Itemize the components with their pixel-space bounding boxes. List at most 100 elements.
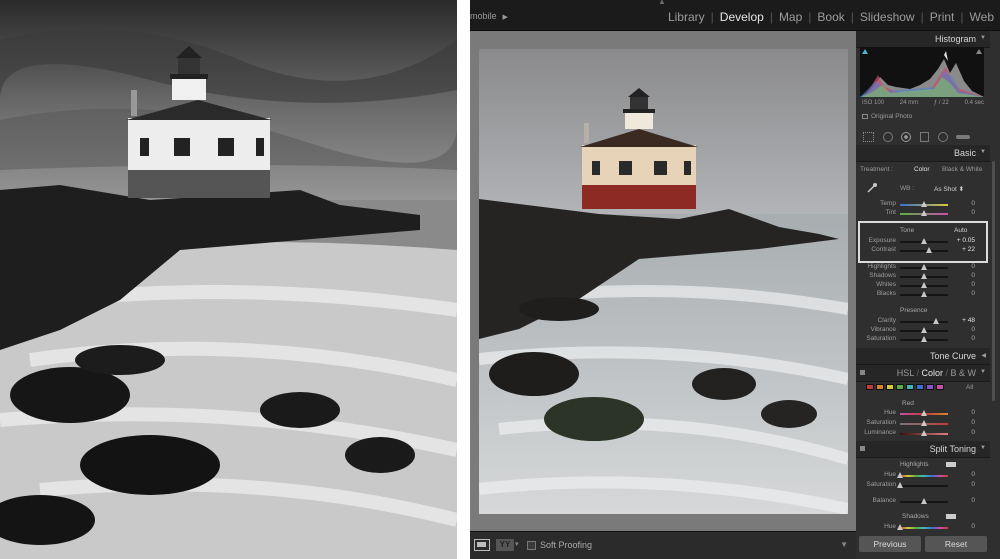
exposure-value[interactable]: + 0.05 <box>957 237 975 244</box>
treatment-color-option[interactable]: Color <box>914 166 930 173</box>
hsl-luminance-value[interactable]: 0 <box>971 429 975 436</box>
hsl-saturation-track[interactable] <box>900 420 948 426</box>
swatch-orange[interactable] <box>876 384 884 390</box>
tab-hsl[interactable]: HSL <box>897 368 914 378</box>
module-map[interactable]: Map <box>773 10 808 24</box>
temp-track[interactable] <box>900 201 948 207</box>
previous-button[interactable]: Previous <box>859 536 921 552</box>
saturation-value[interactable]: 0 <box>971 335 975 342</box>
swatch-aqua[interactable] <box>906 384 914 390</box>
panel-scrollbar[interactable] <box>992 161 995 401</box>
blacks-slider[interactable]: Blacks 0 <box>856 290 990 300</box>
blacks-value[interactable]: 0 <box>971 290 975 297</box>
tab-bw[interactable]: B & W <box>950 368 976 378</box>
clarity-value[interactable]: + 48 <box>962 317 975 324</box>
hsl-hue-value[interactable]: 0 <box>971 409 975 416</box>
hsl-luminance-slider[interactable]: Luminance 0 <box>856 429 990 439</box>
split-balance-slider[interactable]: Balance 0 <box>856 497 990 507</box>
hsl-luminance-track[interactable] <box>900 430 948 436</box>
highlights-color-swatch[interactable] <box>946 462 956 467</box>
swatch-magenta[interactable] <box>936 384 944 390</box>
exposure-track[interactable] <box>900 238 948 244</box>
panel-switch-icon[interactable] <box>860 370 865 375</box>
tone-curve-header[interactable]: Tone Curve ◀ <box>856 348 990 365</box>
contrast-slider[interactable]: Contrast + 22 <box>856 246 990 256</box>
hsl-hue-thumb[interactable] <box>921 410 927 416</box>
vibrance-thumb[interactable] <box>921 327 927 333</box>
split-hue-slider[interactable]: Hue 0 <box>856 471 990 481</box>
tint-track[interactable] <box>900 210 948 216</box>
module-web[interactable]: Web <box>964 10 1000 24</box>
histogram-graph[interactable] <box>860 47 984 97</box>
contrast-value[interactable]: + 22 <box>962 246 975 253</box>
tint-value[interactable]: 0 <box>971 209 975 216</box>
treatment-bw-option[interactable]: Black & White <box>942 166 982 173</box>
split-toning-header[interactable]: Split Toning ▼ <box>856 441 990 458</box>
split-shadow-hue-track[interactable] <box>897 524 948 530</box>
swatch-blue[interactable] <box>916 384 924 390</box>
loupe-view-icon[interactable] <box>474 539 490 551</box>
soft-proofing-checkbox[interactable] <box>527 541 536 550</box>
hsl-luminance-thumb[interactable] <box>921 430 927 436</box>
view-mode-caret-icon[interactable]: ▾ <box>515 540 519 548</box>
temp-thumb[interactable] <box>921 201 927 207</box>
hsl-saturation-thumb[interactable] <box>921 420 927 426</box>
toolbar-options-caret-icon[interactable]: ▼ <box>840 540 848 549</box>
radial-filter-icon[interactable] <box>938 132 948 142</box>
blacks-thumb[interactable] <box>921 291 927 297</box>
hsl-saturation-value[interactable]: 0 <box>971 419 975 426</box>
swatch-red[interactable] <box>866 384 874 390</box>
split-saturation-thumb[interactable] <box>897 482 903 488</box>
saturation-thumb[interactable] <box>921 336 927 342</box>
tab-color[interactable]: Color <box>921 368 943 378</box>
hsl-hue-slider[interactable]: Hue 0 <box>856 409 990 419</box>
all-colors-toggle[interactable]: All <box>966 384 973 391</box>
spot-removal-tool-icon[interactable] <box>883 132 893 142</box>
split-balance-thumb[interactable] <box>921 498 927 504</box>
graduated-filter-icon[interactable] <box>920 132 929 142</box>
split-balance-track[interactable] <box>900 498 948 504</box>
highlights-thumb[interactable] <box>921 264 927 270</box>
hsl-saturation-slider[interactable]: Saturation 0 <box>856 419 990 429</box>
split-shadow-hue-thumb[interactable] <box>897 524 903 530</box>
adjustment-brush-icon[interactable] <box>956 135 970 139</box>
split-shadow-hue-value[interactable]: 0 <box>971 523 975 530</box>
basic-header[interactable]: Basic ▼ <box>856 145 990 162</box>
highlights-track[interactable] <box>900 264 948 270</box>
shadow-clipping-indicator-icon[interactable] <box>862 49 868 54</box>
hsl-header[interactable]: HSL / Color / B & W ▼ <box>856 365 990 382</box>
tint-thumb[interactable] <box>921 210 927 216</box>
split-hue-thumb[interactable] <box>897 472 903 478</box>
swatch-green[interactable] <box>896 384 904 390</box>
identity-arrow-icon[interactable]: ▶ <box>503 14 508 21</box>
wb-dropdown[interactable]: As Shot ⬍ <box>934 185 964 193</box>
vibrance-value[interactable]: 0 <box>971 326 975 333</box>
module-develop[interactable]: Develop <box>714 10 770 24</box>
blacks-track[interactable] <box>900 291 948 297</box>
shadows-track[interactable] <box>900 273 948 279</box>
split-saturation-track[interactable] <box>897 482 948 488</box>
develop-photo[interactable] <box>479 49 848 514</box>
split-saturation-slider[interactable]: Saturation 0 <box>856 481 990 491</box>
clarity-thumb[interactable] <box>932 318 939 324</box>
whites-thumb[interactable] <box>921 282 927 288</box>
swatch-purple[interactable] <box>926 384 934 390</box>
exposure-thumb[interactable] <box>921 238 928 244</box>
split-balance-value[interactable]: 0 <box>971 497 975 504</box>
module-book[interactable]: Book <box>811 10 850 24</box>
vibrance-track[interactable] <box>900 327 948 333</box>
histogram-header[interactable]: Histogram ▼ <box>856 31 990 48</box>
before-after-view-icon[interactable]: YY <box>496 539 514 551</box>
clarity-track[interactable] <box>900 318 948 324</box>
module-slideshow[interactable]: Slideshow <box>854 10 921 24</box>
highlights-value[interactable]: 0 <box>971 263 975 270</box>
shadows-color-swatch[interactable] <box>946 514 956 519</box>
tone-auto-button[interactable]: Auto <box>954 227 967 234</box>
hsl-hue-track[interactable] <box>900 410 948 416</box>
collapse-top-arrow-icon[interactable]: ▲ <box>658 0 666 6</box>
split-hue-track[interactable] <box>897 472 948 478</box>
split-hue-value[interactable]: 0 <box>971 471 975 478</box>
shadows-value[interactable]: 0 <box>971 272 975 279</box>
module-print[interactable]: Print <box>924 10 961 24</box>
saturation-track[interactable] <box>900 336 948 342</box>
